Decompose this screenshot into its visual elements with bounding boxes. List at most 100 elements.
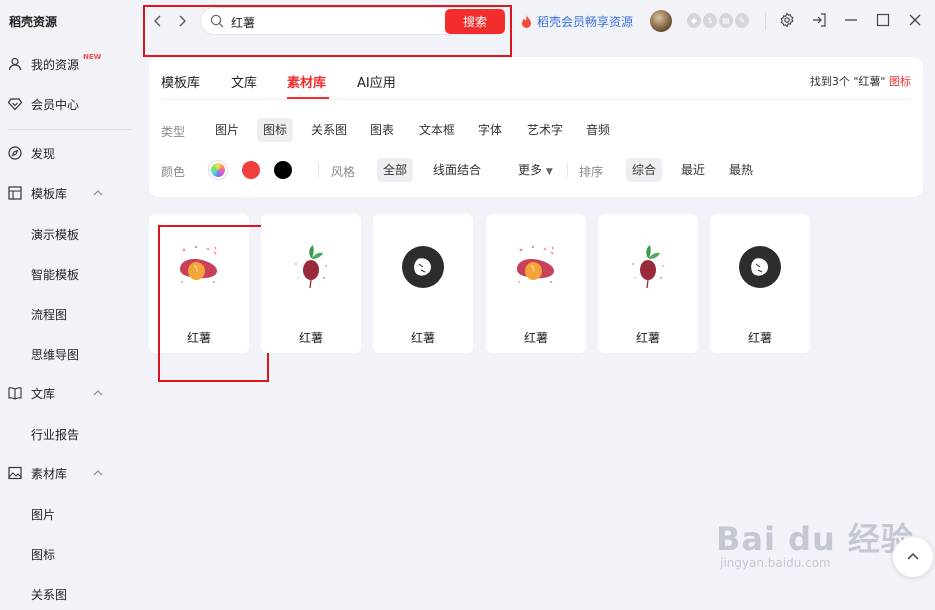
filter-divider bbox=[567, 163, 568, 177]
result-card[interactable]: 红薯 bbox=[710, 214, 810, 353]
sidebar: 稻壳资源 我的资源 NEW 会员中心 发现 模板库 演示模板 智能模板 流程图 … bbox=[0, 0, 136, 610]
filter-type-relationship[interactable]: 关系图 bbox=[305, 118, 353, 142]
result-count: 找到3个 "红薯" 图标 bbox=[810, 73, 911, 89]
close-icon[interactable] bbox=[907, 12, 923, 28]
card-title: 红薯 bbox=[298, 331, 323, 345]
filter-style-line-fill[interactable]: 线面结合 bbox=[427, 158, 487, 182]
chevron-up-icon bbox=[907, 552, 919, 560]
chevron-up-icon[interactable] bbox=[92, 187, 104, 199]
sidebar-item-library[interactable]: 文库 bbox=[0, 375, 136, 411]
sidebar-item-relationship-diagrams[interactable]: 关系图 bbox=[31, 586, 67, 603]
highlight-box-search bbox=[143, 5, 512, 57]
sidebar-divider bbox=[8, 129, 132, 130]
sidebar-item-label: 我的资源 bbox=[31, 57, 80, 72]
back-to-top-button[interactable] bbox=[893, 537, 933, 577]
caret-down-icon: ▼ bbox=[545, 167, 553, 177]
sidebar-item-label: 模板库 bbox=[31, 186, 68, 201]
result-card[interactable]: 红薯 bbox=[373, 214, 473, 353]
tab-template-library[interactable]: 模板库 bbox=[161, 72, 200, 91]
filter-type-label: 类型 bbox=[161, 125, 186, 139]
topbar-divider bbox=[765, 12, 766, 30]
user-icon bbox=[8, 57, 22, 71]
sidebar-item-flowchart[interactable]: 流程图 bbox=[31, 306, 67, 323]
card-title: 红薯 bbox=[747, 331, 772, 345]
sidebar-item-icons[interactable]: 图标 bbox=[31, 546, 55, 563]
highlight-box-first-result bbox=[158, 225, 269, 382]
card-title: 红薯 bbox=[523, 331, 548, 345]
sidebar-item-member-center[interactable]: 会员中心 bbox=[0, 86, 136, 122]
sort-comprehensive[interactable]: 综合 bbox=[626, 158, 663, 182]
filter-type-fonts[interactable]: 字体 bbox=[472, 118, 508, 142]
result-card[interactable]: 红薯 bbox=[261, 214, 361, 353]
diamond-icon bbox=[8, 97, 22, 111]
filter-type-icons[interactable]: 图标 bbox=[257, 118, 294, 142]
level-badge-icon: ◆ bbox=[687, 13, 701, 28]
result-card[interactable]: 红薯 bbox=[486, 214, 586, 353]
tab-material-library[interactable]: 素材库 bbox=[287, 72, 326, 91]
chevron-up-icon[interactable] bbox=[92, 467, 104, 479]
result-category[interactable]: 图标 bbox=[889, 75, 911, 88]
sidebar-item-label: 素材库 bbox=[31, 466, 68, 481]
filter-sort-label: 排序 bbox=[579, 165, 604, 179]
watermark-brand: Bai du 经验 bbox=[716, 520, 914, 558]
color-palette-swatch[interactable] bbox=[209, 161, 227, 179]
sweet-potato-icon bbox=[517, 245, 554, 283]
chevron-up-icon[interactable] bbox=[92, 387, 104, 399]
app-title: 稻壳资源 bbox=[9, 15, 58, 29]
tabs-divider bbox=[161, 99, 911, 100]
filter-more-label: 更多 bbox=[518, 163, 543, 177]
doc-badge-icon: ▤ bbox=[719, 13, 733, 28]
tab-library[interactable]: 文库 bbox=[231, 72, 257, 91]
filter-type-audio[interactable]: 音频 bbox=[580, 118, 616, 142]
filter-color-label: 颜色 bbox=[161, 165, 186, 179]
filter-style-label: 风格 bbox=[331, 165, 356, 179]
filter-style-all[interactable]: 全部 bbox=[377, 158, 414, 182]
filter-type-art-text[interactable]: 艺术字 bbox=[521, 118, 569, 142]
sidebar-item-industry-reports[interactable]: 行业报告 bbox=[31, 426, 79, 443]
sidebar-item-smart-templates[interactable]: 智能模板 bbox=[31, 266, 79, 283]
filter-divider bbox=[318, 163, 319, 177]
sidebar-item-template-library[interactable]: 模板库 bbox=[0, 175, 136, 211]
flame-icon bbox=[522, 14, 531, 28]
exit-icon[interactable] bbox=[811, 12, 827, 28]
color-swatch-red[interactable] bbox=[242, 161, 260, 179]
settings-gear-icon[interactable] bbox=[779, 12, 795, 28]
dark-circle-sweet-potato-icon bbox=[739, 246, 781, 288]
baidu-jingyan-watermark: Bai du 经验 jingyan.baidu.com bbox=[716, 514, 914, 570]
coin-badge-icon: $ bbox=[703, 13, 717, 28]
filter-more-dropdown[interactable]: 更多 ▼ bbox=[512, 158, 559, 182]
sidebar-item-material-library[interactable]: 素材库 bbox=[0, 455, 136, 491]
sidebar-item-presentation-templates[interactable]: 演示模板 bbox=[31, 226, 79, 243]
new-badge: NEW bbox=[83, 53, 102, 61]
sidebar-item-label: 文库 bbox=[31, 386, 56, 401]
color-swatch-black[interactable] bbox=[274, 161, 292, 179]
filter-type-images[interactable]: 图片 bbox=[209, 118, 245, 142]
sidebar-item-label: 发现 bbox=[31, 146, 56, 161]
avatar[interactable] bbox=[650, 10, 672, 32]
beet-icon bbox=[632, 245, 664, 289]
filter-panel: 模板库 文库 素材库 AI应用 找到3个 "红薯" 图标 类型 图片 图标 关系… bbox=[149, 57, 923, 197]
sidebar-item-discover[interactable]: 发现 bbox=[0, 135, 136, 171]
template-icon bbox=[8, 186, 22, 200]
card-title: 红薯 bbox=[635, 331, 660, 345]
maximize-icon[interactable] bbox=[875, 12, 891, 28]
pen-badge-icon: ✎ bbox=[735, 13, 749, 28]
tab-ai-apps[interactable]: AI应用 bbox=[357, 72, 396, 91]
dark-circle-sweet-potato-icon bbox=[402, 246, 444, 288]
image-frame-icon bbox=[8, 466, 22, 480]
sidebar-item-mind-map[interactable]: 思维导图 bbox=[31, 346, 79, 363]
book-icon bbox=[8, 386, 22, 400]
compass-icon bbox=[8, 146, 22, 160]
result-card[interactable]: 红薯 bbox=[598, 214, 698, 353]
sidebar-item-label: 会员中心 bbox=[31, 97, 80, 112]
sidebar-item-my-resources[interactable]: 我的资源 bbox=[0, 46, 136, 82]
filter-type-charts[interactable]: 图表 bbox=[364, 118, 400, 142]
vip-link-text: 稻壳会员畅享资源 bbox=[537, 15, 634, 29]
vip-link[interactable]: 稻壳会员畅享资源 bbox=[521, 13, 633, 30]
sidebar-item-images[interactable]: 图片 bbox=[31, 506, 55, 523]
minimize-icon[interactable] bbox=[843, 12, 859, 28]
sort-popular[interactable]: 最热 bbox=[723, 158, 759, 182]
sort-recent[interactable]: 最近 bbox=[675, 158, 711, 182]
filter-type-textbox[interactable]: 文本框 bbox=[413, 118, 461, 142]
beet-icon bbox=[295, 245, 327, 289]
